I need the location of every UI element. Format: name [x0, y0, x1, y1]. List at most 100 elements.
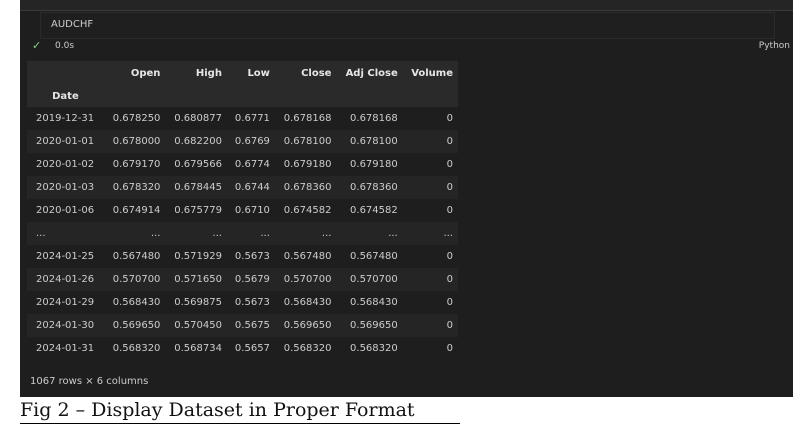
row-index: 2024-01-29: [36, 297, 95, 308]
table-row: 2024-01-30 0.569650 0.570450 0.5675 0.56…: [27, 314, 458, 337]
table-cell: 0: [402, 314, 458, 337]
ellipsis-row: ... ... ... ... ... ... ...: [27, 222, 458, 245]
row-index: ...: [27, 222, 104, 245]
kernel-language-label[interactable]: Python: [759, 41, 790, 51]
table-row: 2024-01-29 0.568430 0.569875 0.5673 0.56…: [27, 291, 458, 314]
table-cell: 0.678100: [274, 130, 337, 153]
table-cell: 0.6769: [226, 130, 275, 153]
table-cell: 0.570700: [103, 268, 166, 291]
table-cell: 0.567480: [112, 251, 161, 262]
table-cell: 0.571650: [165, 268, 227, 291]
table-row: 2019-12-31 0.678250 0.680877 0.6771 0.67…: [27, 107, 458, 130]
table-row: 2024-01-31 0.568320 0.568734 0.5657 0.56…: [27, 337, 458, 360]
table-cell: 0.6710: [234, 205, 270, 216]
table-cell: 0.678360: [274, 176, 337, 199]
row-index: 2020-01-01: [27, 130, 104, 153]
table-cell: 0.674582: [350, 205, 398, 216]
table-cell: 0.568734: [174, 343, 222, 354]
row-index: 2024-01-25: [36, 251, 95, 262]
table-cell: 0.679180: [283, 159, 332, 170]
table-cell: 0.568430: [350, 297, 398, 308]
table-cell: 0: [446, 297, 453, 308]
table-cell: 0.682200: [165, 130, 227, 153]
table-cell: ...: [402, 222, 458, 245]
table-cell: 0.571929: [174, 251, 222, 262]
table-cell: 0.675779: [174, 205, 222, 216]
table-cell: 0.679566: [174, 159, 222, 170]
table-cell: 0: [446, 159, 453, 170]
table-row: 2024-01-26 0.570700 0.571650 0.5679 0.57…: [27, 268, 458, 291]
row-index: 2020-01-03: [27, 176, 104, 199]
table-cell: 0.5673: [234, 297, 270, 308]
table-cell: 0.5679: [226, 268, 275, 291]
previous-cell-edge: [20, 0, 793, 11]
table-cell: 0: [402, 176, 458, 199]
table-cell: ...: [274, 222, 337, 245]
table-row: 2024-01-25 0.567480 0.571929 0.5673 0.56…: [27, 245, 458, 268]
table-cell: 0.679180: [350, 159, 398, 170]
code-cell[interactable]: AUDCHF: [40, 12, 775, 39]
table-cell: 0.5657: [234, 343, 270, 354]
table-row: 2020-01-06 0.674914 0.675779 0.6710 0.67…: [27, 199, 458, 222]
row-index: 2024-01-31: [36, 343, 95, 354]
table-cell: 0: [402, 130, 458, 153]
index-name-row: Date: [27, 85, 458, 107]
column-header: Low: [226, 61, 275, 85]
table-cell: 0.568320: [350, 343, 398, 354]
column-header: Open: [103, 61, 166, 85]
table-cell: 0.678360: [336, 176, 403, 199]
table-cell: 0.569650: [103, 314, 166, 337]
code-text[interactable]: AUDCHF: [51, 19, 93, 30]
table-cell: 0.567480: [283, 251, 332, 262]
table-cell: 0: [446, 343, 453, 354]
index-name: Date: [27, 85, 104, 107]
table-row: 2020-01-01 0.678000 0.682200 0.6769 0.67…: [27, 130, 458, 153]
table-cell: 0.6774: [234, 159, 270, 170]
table-cell: 0.567480: [350, 251, 398, 262]
table-cell: ...: [336, 222, 403, 245]
row-index: 2024-01-26: [27, 268, 104, 291]
table-cell: 0.674914: [112, 205, 161, 216]
table-cell: 0.5673: [234, 251, 270, 262]
column-header: Close: [274, 61, 337, 85]
table-cell: 0.678320: [103, 176, 166, 199]
table-cell: 0.570700: [274, 268, 337, 291]
table-row: 2020-01-03 0.678320 0.678445 0.6744 0.67…: [27, 176, 458, 199]
column-header: Adj Close: [336, 61, 403, 85]
dataframe-shape: 1067 rows × 6 columns: [30, 376, 149, 387]
column-header: High: [165, 61, 227, 85]
column-header: Volume: [402, 61, 458, 85]
table-cell: 0.570700: [336, 268, 403, 291]
execution-time: 0.0s: [55, 41, 75, 51]
table-cell: 0.5675: [226, 314, 275, 337]
table-cell: 0.6744: [226, 176, 275, 199]
table-row: 2020-01-02 0.679170 0.679566 0.6774 0.67…: [27, 153, 458, 176]
row-index: 2020-01-06: [36, 205, 95, 216]
table-cell: 0.678168: [283, 113, 332, 124]
index-header-blank: [27, 61, 104, 85]
table-cell: 0: [402, 268, 458, 291]
table-cell: 0.568320: [112, 343, 161, 354]
table-cell: 0.569650: [274, 314, 337, 337]
table-cell: 0.679170: [112, 159, 161, 170]
table-cell: 0.678000: [103, 130, 166, 153]
table-cell: 0.6771: [234, 113, 270, 124]
table-body: 2019-12-31 0.678250 0.680877 0.6771 0.67…: [27, 107, 458, 360]
table-cell: ...: [226, 222, 275, 245]
table-cell: 0: [446, 251, 453, 262]
table-cell: 0.568320: [283, 343, 332, 354]
table-cell: 0.680877: [174, 113, 222, 124]
cell-status-row: ✓ 0.0s Python: [32, 40, 792, 54]
table-cell: ...: [103, 222, 166, 245]
table-cell: 0.678168: [350, 113, 398, 124]
table-cell: 0.674582: [283, 205, 332, 216]
table-cell: 0.568430: [283, 297, 332, 308]
check-icon: ✓: [32, 39, 42, 52]
table-cell: 0.569650: [336, 314, 403, 337]
table-cell: 0: [446, 205, 453, 216]
dataframe-output: Open High Low Close Adj Close Volume Dat…: [27, 61, 458, 360]
table-cell: 0: [446, 113, 453, 124]
table-cell: 0.678100: [336, 130, 403, 153]
row-index: 2019-12-31: [36, 113, 95, 124]
figure-caption: Fig 2 – Display Dataset in Proper Format: [20, 399, 415, 421]
